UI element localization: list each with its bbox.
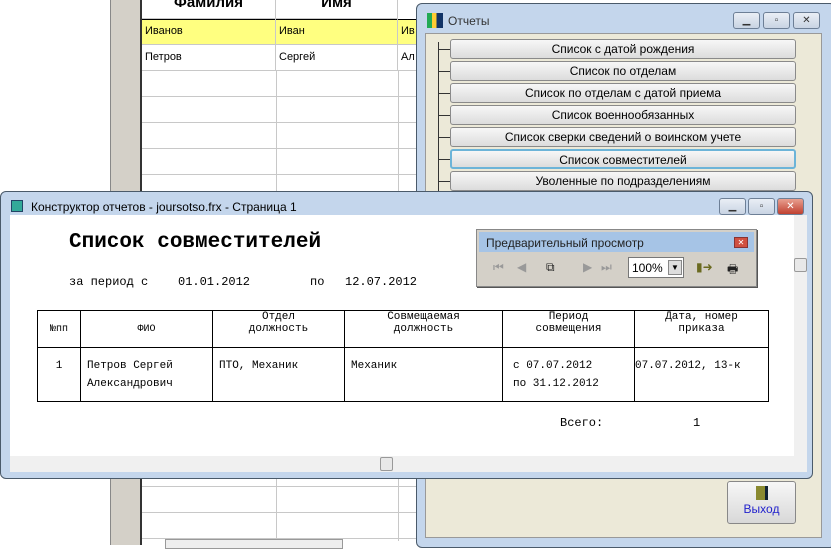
report-button-by-department[interactable]: Список по отделам	[450, 61, 796, 81]
designer-icon	[11, 200, 23, 212]
report-button-department-hire-date[interactable]: Список по отделам с датой приема	[450, 83, 796, 103]
col-order: Дата, номер приказа	[634, 310, 769, 348]
total-value: 1	[693, 416, 701, 430]
grid-cell[interactable]: Петров	[142, 45, 276, 71]
col-num: №пп	[37, 310, 81, 348]
close-button[interactable]: ✕	[793, 12, 820, 29]
minimize-button[interactable]: ▁	[733, 12, 760, 29]
reports-icon	[427, 13, 443, 28]
report-button-part-timers[interactable]: Список совместителей	[450, 149, 796, 169]
col-position: Совмещаемая должность	[344, 310, 503, 348]
chevron-down-icon[interactable]: ▼	[668, 260, 682, 275]
prev-page-icon[interactable]: ◀	[517, 260, 526, 274]
zoom-value: 100%	[632, 261, 663, 275]
total-label: Всего:	[560, 416, 604, 430]
report-button-military[interactable]: Список военнообязанных	[450, 105, 796, 125]
printer-icon[interactable]: 🖶	[727, 260, 738, 281]
bottom-tab[interactable]	[165, 539, 343, 549]
vertical-scrollbar[interactable]	[794, 215, 807, 456]
cell-fio-1: Петров Сергей	[87, 360, 173, 372]
pages-icon[interactable]: ⧉	[546, 260, 555, 275]
cell-period-2: по 31.12.2012	[513, 378, 599, 390]
cell-fio-2: Александрович	[87, 378, 173, 390]
period-from-label: за период с	[69, 275, 149, 289]
preview-title: Предварительный просмотр	[486, 236, 644, 250]
cell-period-1: с 07.07.2012	[513, 360, 593, 372]
grid-cell[interactable]: Иванов	[142, 19, 276, 45]
period-to: 12.07.2012	[345, 275, 418, 289]
grid-cell[interactable]: Иван	[276, 19, 398, 45]
preview-toolbar: Предварительный просмотр ✕ ⏮ ◀ ⧉ ▶ ⏭ 100…	[476, 229, 757, 287]
close-button[interactable]: ✕	[777, 198, 804, 215]
report-title: Список совместителей	[69, 231, 322, 254]
grid-cell[interactable]: Сергей	[276, 45, 398, 71]
table-row: 1 Петров Сергей Александрович ПТО, Механи…	[37, 347, 769, 402]
report-table: №пп ФИО Отдел должность Совмещаемая долж…	[37, 310, 769, 402]
period-to-label: по	[310, 275, 325, 289]
report-button-birthdate[interactable]: Список с датой рождения	[450, 39, 796, 59]
designer-title: Конструктор отчетов - joursotso.frx - Ст…	[31, 200, 297, 214]
exit-door-icon[interactable]: ▮➜	[696, 260, 713, 274]
cell-order: 07.07.2012, 13-к	[634, 347, 769, 402]
report-button-dismissed[interactable]: Уволенные по подразделениям	[450, 171, 796, 191]
grid-header[interactable]: Фамилия	[142, 0, 276, 19]
exit-door-icon	[755, 486, 768, 500]
col-fio: ФИО	[80, 310, 213, 348]
cell-dept: ПТО, Механик	[212, 347, 345, 402]
exit-button[interactable]: Выход	[727, 481, 796, 524]
next-page-icon[interactable]: ▶	[583, 260, 592, 274]
close-button[interactable]: ✕	[734, 237, 748, 248]
maximize-button[interactable]: ▫	[763, 12, 790, 29]
last-page-icon[interactable]: ⏭	[601, 260, 612, 275]
minimize-button[interactable]: ▁	[719, 198, 746, 215]
col-period: Период совмещения	[502, 310, 635, 348]
reports-title: Отчеты	[448, 14, 490, 28]
exit-label: Выход	[743, 502, 780, 516]
first-page-icon[interactable]: ⏮	[493, 260, 504, 275]
maximize-button[interactable]: ▫	[748, 198, 775, 215]
zoom-select[interactable]: 100% ▼	[628, 257, 684, 278]
scroll-thumb[interactable]	[794, 258, 807, 272]
cell-position: Механик	[344, 347, 503, 402]
scroll-thumb[interactable]	[380, 457, 393, 471]
report-button-military-check[interactable]: Список сверки сведений о воинском учете	[450, 127, 796, 147]
period-from: 01.01.2012	[178, 275, 251, 289]
horizontal-scrollbar[interactable]	[10, 456, 807, 472]
cell-num: 1	[37, 347, 81, 402]
col-dept: Отдел должность	[212, 310, 345, 348]
grid-header[interactable]: Имя	[276, 0, 398, 19]
